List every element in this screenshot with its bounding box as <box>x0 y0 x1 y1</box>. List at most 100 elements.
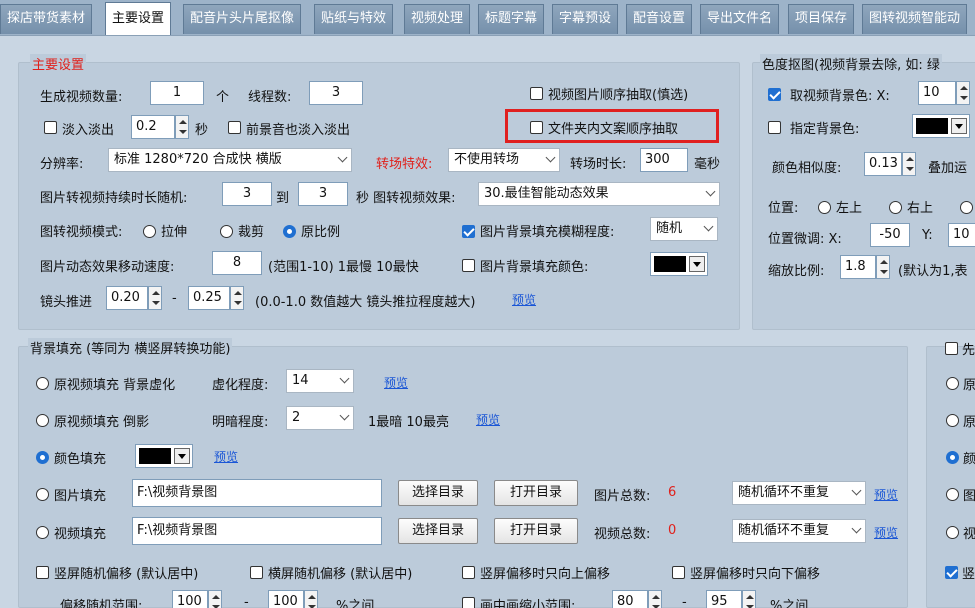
similarity-spinner[interactable] <box>902 152 916 176</box>
fade-checkbox[interactable] <box>44 121 57 134</box>
img-seq-label: 视频图片顺序抽取(慎选) <box>548 88 689 103</box>
mode-orig-radio[interactable] <box>283 225 296 238</box>
take-x-input[interactable]: 10 <box>918 81 956 105</box>
r-opt2-radio[interactable] <box>946 414 959 427</box>
blur-fill-checkbox[interactable] <box>462 225 475 238</box>
offset-to-spinner[interactable] <box>304 590 318 608</box>
dark-select[interactable]: 2 <box>286 406 354 430</box>
fade-spinner[interactable] <box>175 115 189 139</box>
tab-img-to-video[interactable]: 图转视频智能动 <box>862 4 968 34</box>
vrand-checkbox[interactable] <box>36 566 49 579</box>
vid-choose-dir-button[interactable]: 选择目录 <box>398 518 478 544</box>
tab-video-processing[interactable]: 视频处理 <box>404 4 471 34</box>
file-seq-checkbox[interactable] <box>530 121 543 134</box>
offset-from-spinner[interactable] <box>208 590 222 608</box>
img-path-input[interactable]: F:\视频背景图 <box>132 479 382 507</box>
zoom-preview-link[interactable]: 预览 <box>512 291 536 308</box>
fine-x-input[interactable]: -50 <box>870 223 910 247</box>
specify-bg-checkbox[interactable] <box>768 121 781 134</box>
pip-to-spinner[interactable] <box>742 590 756 608</box>
pip-checkbox[interactable] <box>462 597 475 608</box>
offset-from-input[interactable]: 100 <box>172 590 208 608</box>
r-opt3-radio[interactable] <box>946 451 959 464</box>
tab-dub-intro-outro[interactable]: 配音片头片尾抠像 <box>183 4 302 34</box>
r-opt6-checkbox[interactable] <box>945 566 958 579</box>
bgcolor-checkbox[interactable] <box>462 259 475 272</box>
pos-label: 位置: <box>768 201 799 216</box>
bgcolor-picker[interactable] <box>650 252 708 276</box>
img-dur-from[interactable]: 3 <box>222 182 272 206</box>
r-opt4-radio[interactable] <box>946 488 959 501</box>
zoom-from-input[interactable]: 0.20 <box>106 286 148 310</box>
vdown-checkbox[interactable] <box>672 566 685 579</box>
tab-main-settings[interactable]: 主要设置 <box>105 2 172 35</box>
bg-opt2-preview[interactable]: 预览 <box>476 411 500 428</box>
pos-tl-radio[interactable] <box>818 201 831 214</box>
bg-opt5-preview[interactable]: 预览 <box>874 524 898 541</box>
pip-to-input[interactable]: 95 <box>706 590 742 608</box>
scale-spinner[interactable] <box>876 255 890 279</box>
blur-select[interactable]: 随机 <box>650 217 718 241</box>
zoom-to-spinner[interactable] <box>230 286 244 310</box>
fill-color-picker[interactable] <box>135 444 193 468</box>
dash-label: - <box>172 291 177 306</box>
pos-tr-radio[interactable] <box>889 201 902 214</box>
bg-opt3-preview[interactable]: 预览 <box>214 448 238 465</box>
r-opt5-radio[interactable] <box>946 526 959 539</box>
vup-checkbox[interactable] <box>462 566 475 579</box>
fade-input[interactable]: 0.2 <box>131 115 175 139</box>
tab-dub-settings[interactable]: 配音设置 <box>626 4 693 34</box>
blur-deg-select[interactable]: 14 <box>286 369 354 393</box>
fine-y-label: Y: <box>922 228 933 243</box>
img-choose-dir-button[interactable]: 选择目录 <box>398 480 478 506</box>
tab-export-filename[interactable]: 导出文件名 <box>700 4 780 34</box>
res-select[interactable]: 标准 1280*720 合成快 横版 <box>108 148 352 172</box>
bg-opt4-radio[interactable] <box>36 488 49 501</box>
vid-open-dir-button[interactable]: 打开目录 <box>494 518 578 544</box>
mode-stretch-radio[interactable] <box>143 225 156 238</box>
bg-opt2-radio[interactable] <box>36 414 49 427</box>
fg-fade-checkbox[interactable] <box>228 121 241 134</box>
specify-color-picker[interactable] <box>912 114 970 138</box>
tab-title-subtitle[interactable]: 标题字幕 <box>478 4 545 34</box>
img-seq-checkbox[interactable] <box>530 87 543 100</box>
bg-opt1-radio[interactable] <box>36 377 49 390</box>
speed-input[interactable]: 8 <box>212 251 262 275</box>
offset-label: 偏移随机范围: <box>60 599 143 608</box>
first-checkbox[interactable] <box>945 342 958 355</box>
tab-store-material[interactable]: 探店带货素材 <box>0 4 93 34</box>
mode-crop-label: 裁剪 <box>238 225 265 240</box>
zoom-from-spinner[interactable] <box>148 286 162 310</box>
bg-opt3-radio[interactable] <box>36 451 49 464</box>
bg-opt5-radio[interactable] <box>36 526 49 539</box>
threads-input[interactable]: 3 <box>309 81 363 105</box>
scale-input[interactable]: 1.8 <box>840 255 876 279</box>
gen-count-input[interactable]: 1 <box>150 81 204 105</box>
pip-from-spinner[interactable] <box>648 590 662 608</box>
tab-subtitle-preset[interactable]: 字幕预设 <box>552 4 619 34</box>
tab-project-save[interactable]: 项目保存 <box>788 4 855 34</box>
pip-from-input[interactable]: 80 <box>612 590 648 608</box>
mode-stretch-label: 拉伸 <box>161 225 188 240</box>
img-open-dir-button[interactable]: 打开目录 <box>494 480 578 506</box>
r-opt1-radio[interactable] <box>946 377 959 390</box>
mode-crop-radio[interactable] <box>220 225 233 238</box>
hrand-checkbox[interactable] <box>250 566 263 579</box>
similarity-input[interactable]: 0.13 <box>864 152 902 176</box>
img-loop-select[interactable]: 随机循环不重复 <box>732 481 866 505</box>
offset-to-input[interactable]: 100 <box>268 590 304 608</box>
pos-other-radio[interactable] <box>960 201 973 214</box>
img-effect-select[interactable]: 30.最佳智能动态效果 <box>478 182 720 206</box>
zoom-to-input[interactable]: 0.25 <box>188 286 230 310</box>
fine-y-input[interactable]: 10 <box>948 223 975 247</box>
vid-loop-select[interactable]: 随机循环不重复 <box>732 519 866 543</box>
img-dur-to[interactable]: 3 <box>298 182 348 206</box>
trans-dur-input[interactable]: 300 <box>640 148 688 172</box>
vid-path-input[interactable]: F:\视频背景图 <box>132 517 382 545</box>
transition-select[interactable]: 不使用转场 <box>448 148 560 172</box>
tab-stickers-effects[interactable]: 贴纸与特效 <box>314 4 394 34</box>
take-x-spinner[interactable] <box>956 81 970 105</box>
bg-opt4-preview[interactable]: 预览 <box>874 486 898 503</box>
bg-opt1-preview[interactable]: 预览 <box>384 374 408 391</box>
take-bg-checkbox[interactable] <box>768 88 781 101</box>
